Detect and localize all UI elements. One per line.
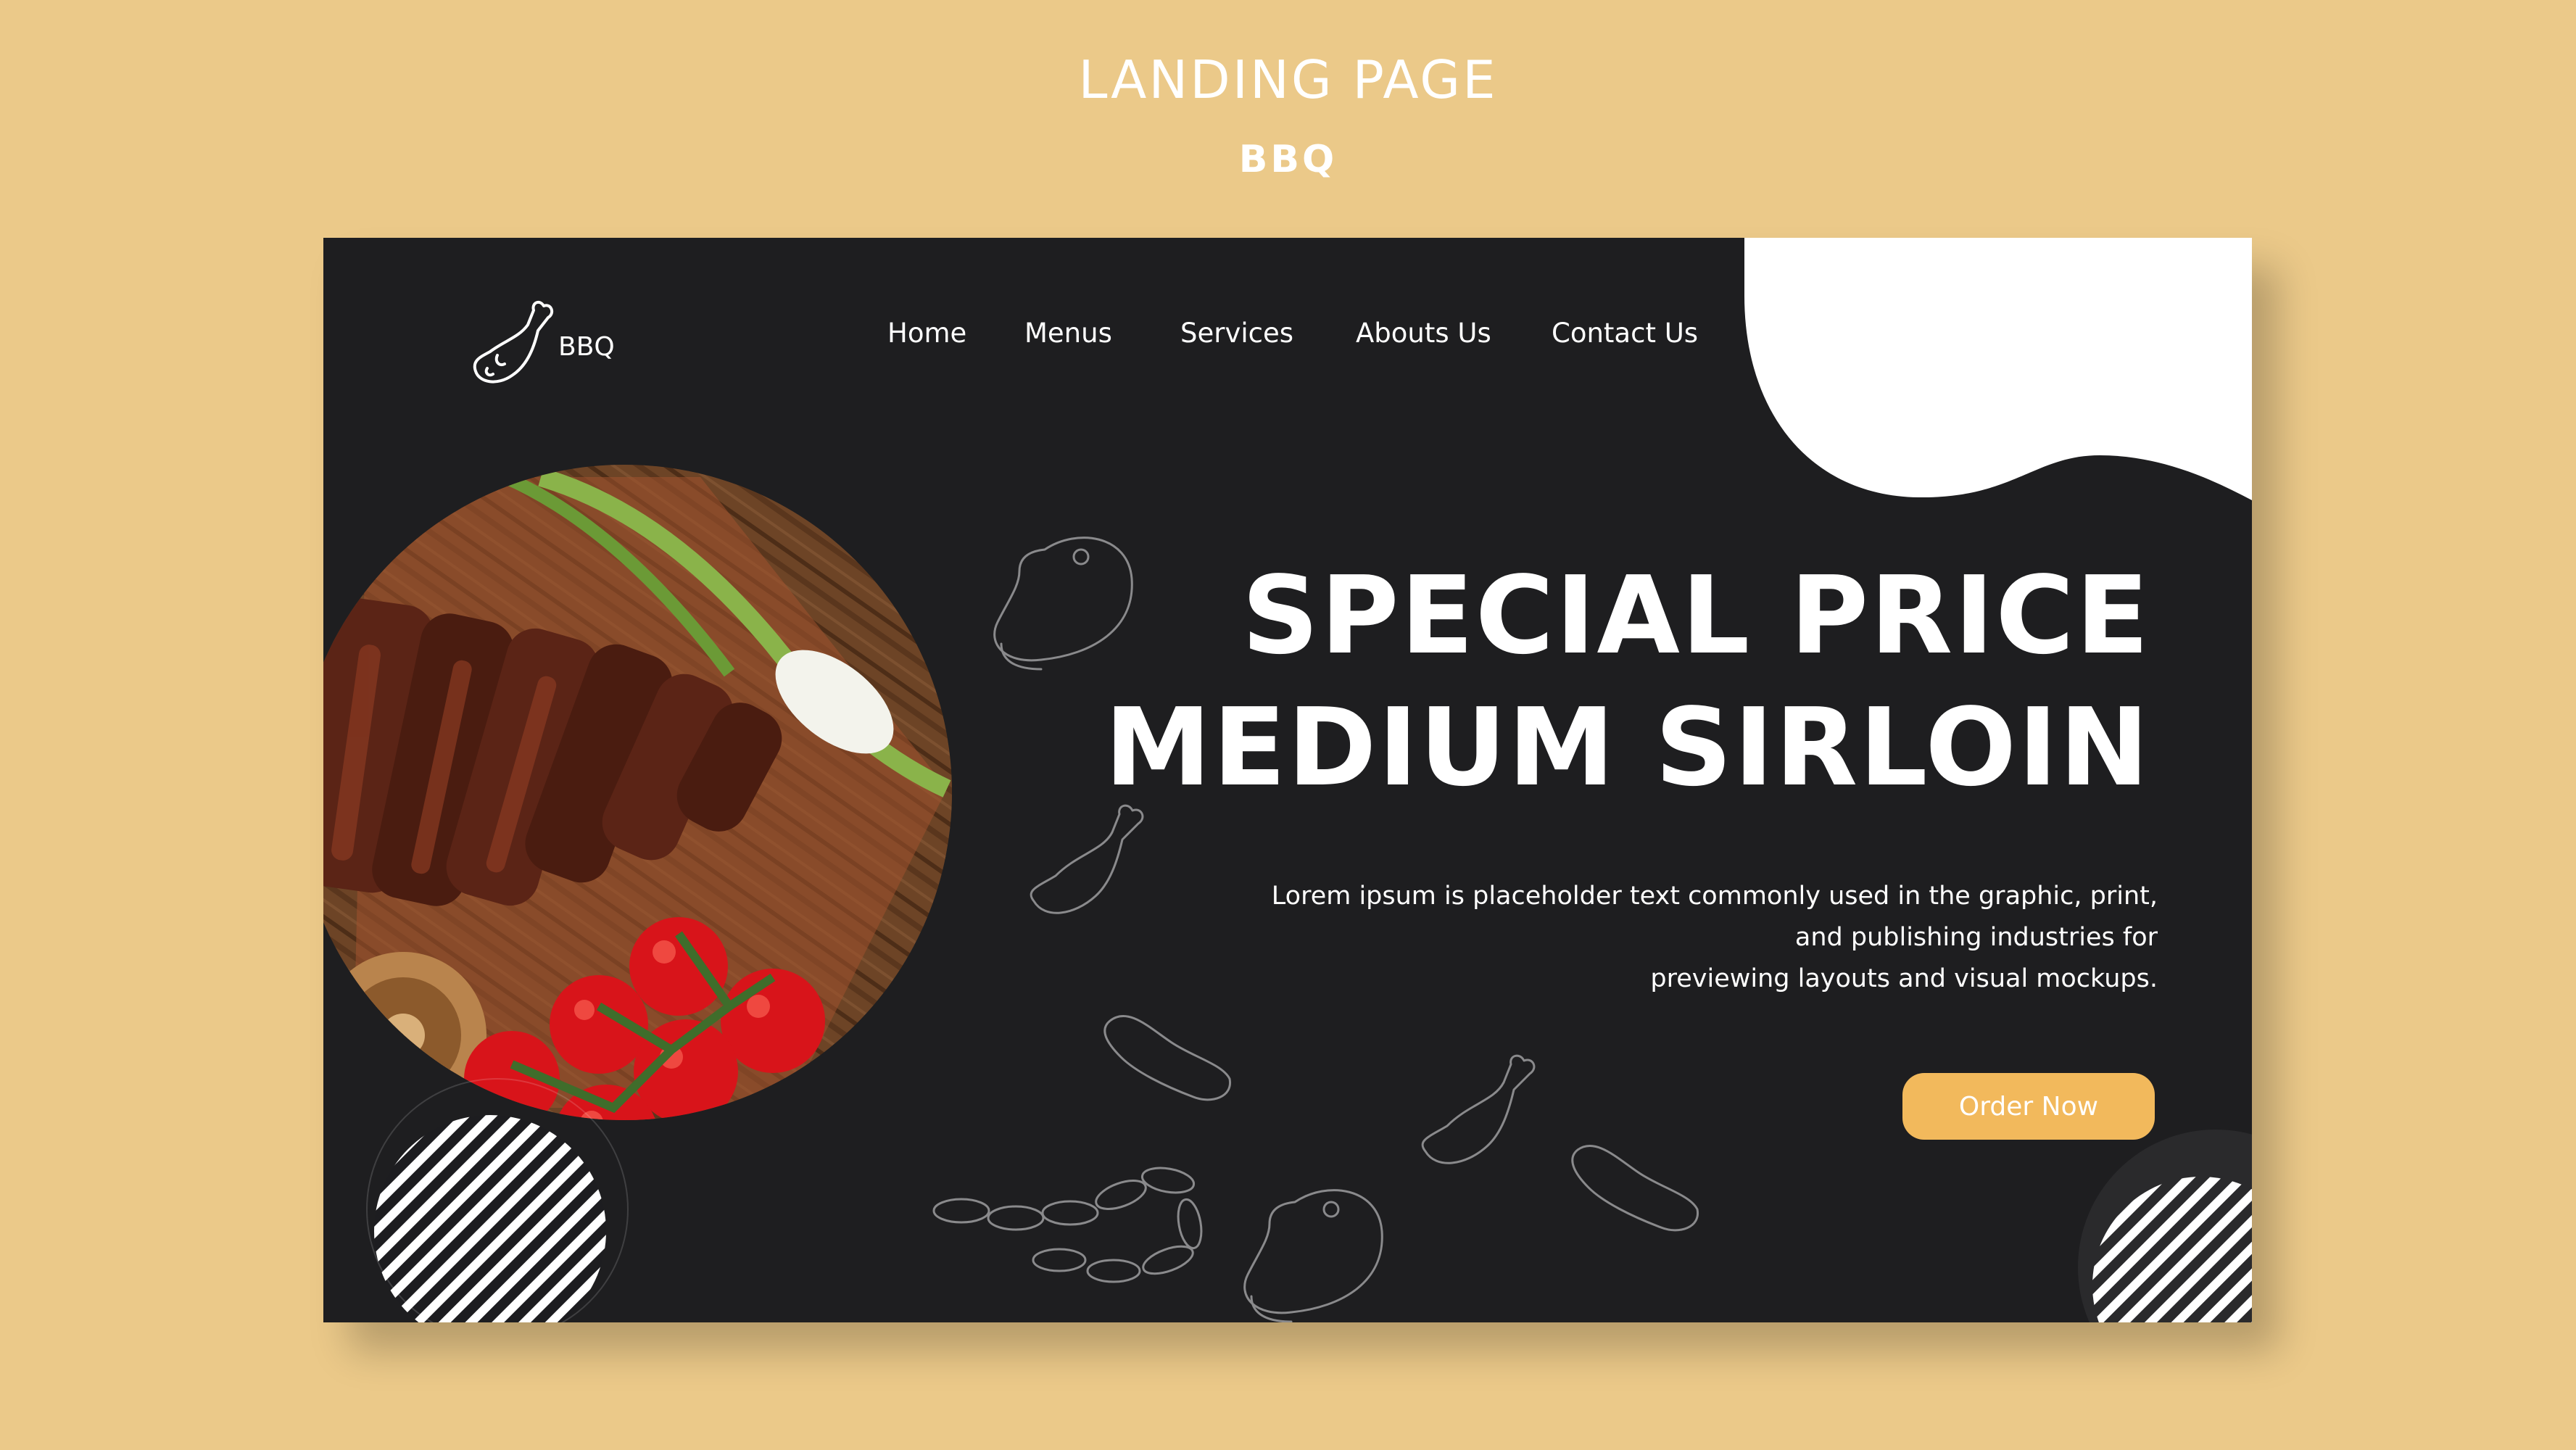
food-photo <box>323 465 952 1120</box>
nav-home[interactable]: Home <box>887 318 966 349</box>
nav-contact-us[interactable]: Contact Us <box>1552 318 1698 349</box>
logo-text: BBQ <box>558 331 615 362</box>
logo[interactable]: BBQ <box>461 283 615 392</box>
order-now-button[interactable]: Order Now <box>1902 1073 2155 1140</box>
page-subtitle: BBQ <box>1238 138 1338 181</box>
drumstick-icon-2 <box>1421 1054 1536 1164</box>
sausage-icon-2 <box>1571 1145 1699 1232</box>
sausage-icon <box>1103 1015 1231 1101</box>
hero-headline: SPECIAL PRICE MEDIUM SIRLOIN <box>1104 550 2150 813</box>
headline-line-2: MEDIUM SIRLOIN <box>1104 685 2150 810</box>
white-blob <box>1744 238 2252 500</box>
description-line-1: Lorem ipsum is placeholder text commonly… <box>1271 882 2158 911</box>
description-line-3: previewing layouts and visual mockups. <box>1650 964 2158 993</box>
sausage-chain-icon <box>932 1167 1203 1283</box>
canvas: LANDING PAGE BBQ BBQ Home Menus Services… <box>0 0 2576 1450</box>
nav-services[interactable]: Services <box>1180 318 1293 349</box>
description-line-2: and publishing industries for <box>1794 923 2158 952</box>
page-title: LANDING PAGE <box>1078 49 1498 110</box>
headline-line-1: SPECIAL PRICE <box>1241 553 2150 678</box>
landing-mockup: BBQ Home Menus Services Abouts Us Contac… <box>323 238 2252 1322</box>
steak-icon-2 <box>1243 1189 1383 1314</box>
nav-about-us[interactable]: Abouts Us <box>1356 318 1491 349</box>
hero-description: Lorem ipsum is placeholder text commonly… <box>1215 876 2158 1000</box>
drumstick-icon <box>1030 804 1144 914</box>
drumstick-icon <box>473 300 554 384</box>
nav-menus[interactable]: Menus <box>1024 318 1112 349</box>
